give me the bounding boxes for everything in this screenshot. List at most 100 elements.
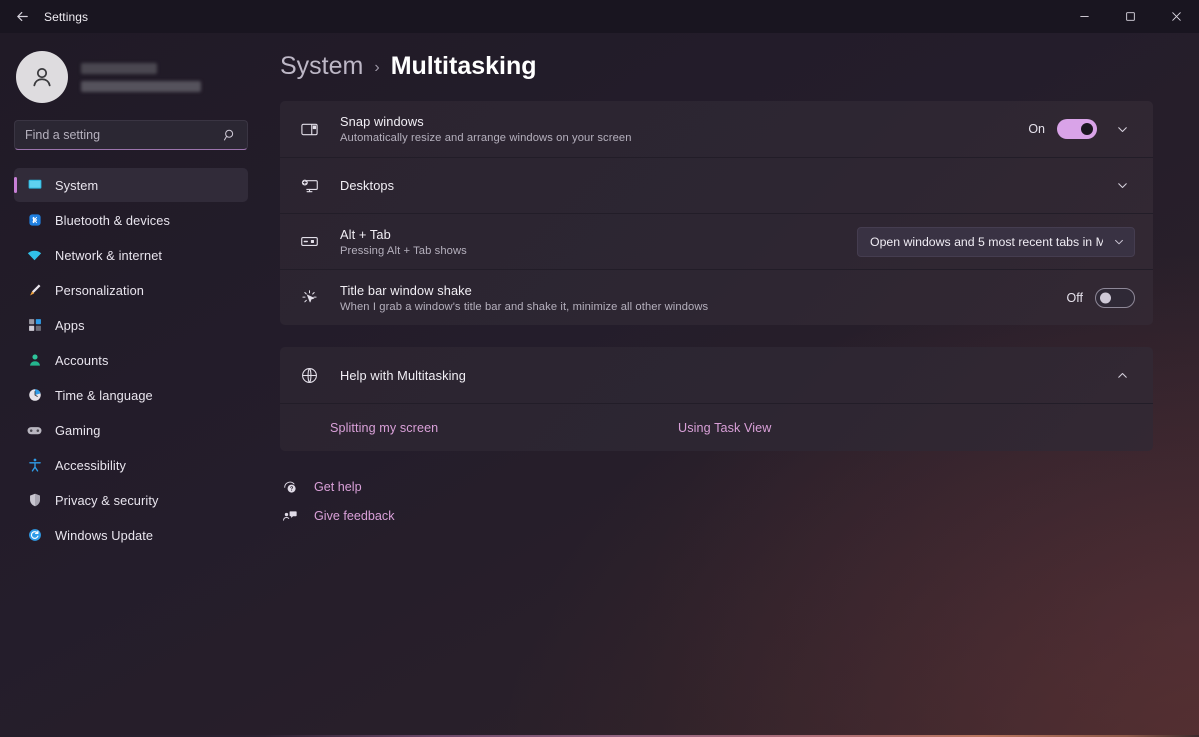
sidebar-item-system[interactable]: System xyxy=(14,168,248,202)
chevron-down-icon xyxy=(1113,236,1125,248)
gamepad-icon xyxy=(26,422,43,439)
setting-text: Title bar window shake When I grab a win… xyxy=(340,283,1067,313)
get-help-button[interactable]: Get help xyxy=(281,479,1153,495)
sidebar-item-label: Windows Update xyxy=(55,527,154,543)
sidebar-item-label: Gaming xyxy=(55,422,101,438)
sidebar-item-label: Apps xyxy=(55,317,85,333)
help-question-icon xyxy=(281,479,298,495)
setting-row-alt-tab[interactable]: Alt + Tab Pressing Alt + Tab shows Open … xyxy=(280,213,1153,269)
snap-windows-toggle[interactable] xyxy=(1057,119,1097,139)
feedback-icon xyxy=(281,508,298,524)
setting-control: On xyxy=(1028,116,1135,142)
title-bar: Settings xyxy=(0,0,1199,33)
sidebar-item-label: Accessibility xyxy=(55,457,126,473)
search-icon xyxy=(223,128,237,142)
sidebar-item-accessibility[interactable]: Accessibility xyxy=(14,448,248,482)
alt-tab-select[interactable]: Open windows and 5 most recent tabs in M xyxy=(857,226,1135,257)
account-name-redacted xyxy=(81,62,201,92)
setting-subtitle: Automatically resize and arrange windows… xyxy=(340,132,632,144)
setting-title: Snap windows xyxy=(340,114,424,129)
settings-card-group: Snap windows Automatically resize and ar… xyxy=(280,101,1153,325)
avatar xyxy=(16,51,68,103)
give-feedback-button[interactable]: Give feedback xyxy=(281,508,1153,524)
sidebar-item-label: System xyxy=(55,177,99,193)
toggle-state-label: On xyxy=(1028,122,1045,136)
account-header[interactable] xyxy=(14,33,248,109)
sidebar-item-label: Privacy & security xyxy=(55,492,159,508)
search-container xyxy=(14,120,248,150)
sidebar-item-label: Bluetooth & devices xyxy=(55,212,171,228)
footer-link-label: Get help xyxy=(314,480,362,494)
setting-control: Off xyxy=(1066,287,1135,308)
setting-text: Alt + Tab Pressing Alt + Tab shows xyxy=(340,227,857,257)
setting-title: Desktops xyxy=(340,178,395,193)
setting-row-title-bar-window-shake[interactable]: Title bar window shake When I grab a win… xyxy=(280,269,1153,325)
toggle-state-label: Off xyxy=(1066,290,1083,305)
help-link-using-task-view[interactable]: Using Task View xyxy=(678,421,771,435)
toggle-knob xyxy=(1100,292,1111,303)
setting-row-snap-windows[interactable]: Snap windows Automatically resize and ar… xyxy=(280,101,1153,157)
sidebar-item-time-language[interactable]: Time & language xyxy=(14,378,248,412)
alt-tab-icon xyxy=(296,232,322,251)
setting-control xyxy=(1109,173,1135,199)
help-links-row: Splitting my screen Using Task View xyxy=(280,403,1153,451)
sidebar-item-label: Personalization xyxy=(55,282,144,298)
setting-text: Snap windows Automatically resize and ar… xyxy=(340,114,1028,144)
accessibility-icon xyxy=(26,457,43,474)
setting-title: Title bar window shake xyxy=(340,282,472,298)
help-link-splitting-my-screen[interactable]: Splitting my screen xyxy=(330,421,678,435)
setting-subtitle: Pressing Alt + Tab shows xyxy=(340,244,467,257)
sidebar-item-label: Network & internet xyxy=(55,247,163,263)
setting-row-desktops[interactable]: Desktops xyxy=(280,157,1153,213)
chevron-down-icon[interactable] xyxy=(1109,173,1135,199)
help-title: Help with Multitasking xyxy=(340,367,466,383)
monitor-icon xyxy=(26,177,43,194)
update-refresh-icon xyxy=(26,527,43,544)
maximize-button[interactable] xyxy=(1107,0,1153,33)
sidebar-item-privacy-security[interactable]: Privacy & security xyxy=(14,483,248,517)
person-icon xyxy=(26,352,43,369)
chevron-down-icon[interactable] xyxy=(1109,116,1135,142)
minimize-button[interactable] xyxy=(1061,0,1107,33)
chevron-up-icon[interactable] xyxy=(1109,362,1135,388)
paintbrush-icon xyxy=(26,282,43,299)
sidebar-item-bluetooth-devices[interactable]: Bluetooth & devices xyxy=(14,203,248,237)
close-button[interactable] xyxy=(1153,0,1199,33)
help-header-row[interactable]: Help with Multitasking xyxy=(280,347,1153,403)
title-bar-shake-toggle[interactable] xyxy=(1095,287,1135,308)
redacted-name-line xyxy=(81,62,157,74)
setting-title: Alt + Tab xyxy=(340,226,391,242)
sidebar-item-network-internet[interactable]: Network & internet xyxy=(14,238,248,272)
help-control xyxy=(1109,362,1135,388)
search-box[interactable] xyxy=(14,120,248,150)
window-body: System Bluetooth & devices Network & int… xyxy=(0,33,1199,737)
breadcrumb-root[interactable]: System xyxy=(280,52,363,81)
sidebar-item-label: Time & language xyxy=(55,387,153,403)
sidebar-item-gaming[interactable]: Gaming xyxy=(14,413,248,447)
desktop-add-icon xyxy=(296,176,322,195)
setting-control: Open windows and 5 most recent tabs in M xyxy=(857,226,1135,257)
help-card-group: Help with Multitasking Splitting my scre… xyxy=(280,347,1153,451)
footer-link-label: Give feedback xyxy=(314,509,395,523)
setting-text: Desktops xyxy=(340,178,1109,193)
sidebar-item-personalization[interactable]: Personalization xyxy=(14,273,248,307)
page-title: Multitasking xyxy=(390,52,537,80)
redacted-email-line xyxy=(81,80,201,92)
back-button[interactable] xyxy=(0,0,44,33)
globe-icon xyxy=(296,366,322,385)
breadcrumb: System › Multitasking xyxy=(280,33,1153,101)
shield-icon xyxy=(26,492,43,509)
sidebar: System Bluetooth & devices Network & int… xyxy=(0,33,262,737)
sidebar-item-apps[interactable]: Apps xyxy=(14,308,248,342)
main-content: System › Multitasking Snap windows Autom… xyxy=(262,33,1199,737)
sidebar-item-accounts[interactable]: Accounts xyxy=(14,343,248,377)
sidebar-item-windows-update[interactable]: Windows Update xyxy=(14,518,248,552)
wifi-icon xyxy=(26,247,43,264)
chevron-right-icon: › xyxy=(374,59,380,76)
settings-window: Settings Find a setting System Bluetooth… xyxy=(0,0,1199,737)
search-input[interactable] xyxy=(25,128,223,142)
footer-links: Get help Give feedback xyxy=(280,479,1153,524)
clock-icon xyxy=(26,387,43,404)
select-value: Open windows and 5 most recent tabs in M xyxy=(870,234,1103,249)
window-title: Settings xyxy=(44,9,89,24)
